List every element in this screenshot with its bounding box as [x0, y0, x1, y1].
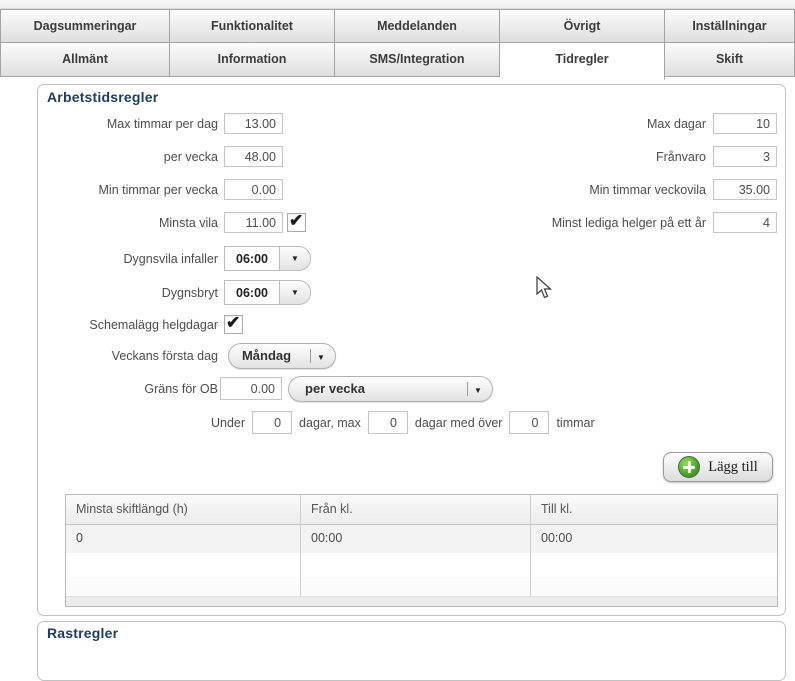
- tab-information[interactable]: Information: [170, 43, 335, 77]
- min-timmar-veckovila-input[interactable]: [713, 179, 777, 200]
- dygnsbryt-input[interactable]: [224, 280, 280, 305]
- franvaro-input[interactable]: [713, 146, 777, 167]
- col-fran-kl: Från kl.: [301, 495, 531, 525]
- chevron-down-icon: ▼: [474, 385, 482, 395]
- min-timmar-per-vecka-label: Min timmar per vecka: [98, 182, 218, 197]
- pill-separator: [310, 348, 311, 363]
- franvaro-label: Frånvaro: [655, 149, 706, 164]
- under-prefix-label: Under: [211, 415, 246, 430]
- schemalagg-helgdagar-checkbox[interactable]: [224, 313, 243, 334]
- row-minsta-vila: Minsta vila: [46, 210, 306, 235]
- tab-tidregler-active[interactable]: Tidregler: [500, 43, 665, 80]
- row-per-vecka: per vecka: [46, 144, 283, 169]
- under-suffix-label: dagar med över: [414, 415, 503, 430]
- ob-period-value: per vecka: [305, 381, 365, 396]
- minsta-vila-input[interactable]: [224, 212, 283, 233]
- veckans-forsta-dag-label: Veckans första dag: [111, 348, 218, 363]
- chevron-down-icon: ▼: [291, 287, 299, 297]
- shift-table-body: 0 00:00 00:00: [66, 525, 777, 596]
- grans-for-ob-label: Gräns för OB: [144, 381, 218, 396]
- grans-for-ob-input[interactable]: [220, 377, 282, 400]
- row-max-timmar-per-dag: Max timmar per dag: [46, 111, 283, 136]
- dygnsvila-infaller-label: Dygnsvila infaller: [123, 251, 218, 266]
- rastregler-section: Rastregler: [37, 621, 786, 681]
- under-middle-label: dagar, max: [299, 415, 361, 430]
- shift-length-table: Minsta skiftlängd (h) Från kl. Till kl. …: [65, 494, 778, 607]
- dygnsvila-infaller-dropdown-button[interactable]: ▼: [279, 246, 311, 271]
- max-dagar-label: Max dagar: [646, 116, 706, 131]
- row-veckans-forsta-dag: Veckans första dag Måndag ▼: [46, 342, 336, 369]
- rastregler-title: Rastregler: [47, 625, 119, 641]
- lagg-till-button[interactable]: Lägg till: [663, 452, 773, 482]
- tab-row-categories: Dagsummeringar Funktionalitet Meddelande…: [0, 9, 795, 43]
- table-row[interactable]: 0 00:00 00:00: [66, 525, 777, 553]
- max-dagar-input[interactable]: [713, 113, 777, 134]
- table-row-empty: [66, 577, 777, 596]
- schemalagg-helgdagar-label: Schemalägg helgdagar: [89, 317, 218, 332]
- under-days-input[interactable]: [252, 411, 293, 434]
- chevron-down-icon: ▼: [317, 352, 325, 362]
- dygnsvila-infaller-input[interactable]: [224, 246, 280, 271]
- col-till-kl: Till kl.: [531, 495, 777, 525]
- tab-installningar[interactable]: Inställningar: [665, 9, 795, 43]
- tab-row-settings: Allmänt Information SMS/Integration Tidr…: [0, 43, 795, 80]
- under-max-days-input[interactable]: [367, 411, 408, 434]
- window-top-strip: [0, 0, 795, 9]
- row-minst-lediga-helger: Minst lediga helger på ett år: [400, 210, 777, 235]
- max-timmar-per-dag-input[interactable]: [224, 113, 283, 134]
- col-minsta-skiftlangd: Minsta skiftlängd (h): [66, 495, 301, 525]
- ob-period-dropdown[interactable]: per vecka ▼: [288, 375, 493, 402]
- tab-sms-integration[interactable]: SMS/Integration: [335, 43, 500, 77]
- per-vecka-input[interactable]: [224, 146, 283, 167]
- under-hours-input[interactable]: [509, 411, 550, 434]
- row-min-timmar-veckovila: Min timmar veckovila: [400, 177, 777, 202]
- minst-lediga-helger-label: Minst lediga helger på ett år: [551, 215, 706, 230]
- veckans-forsta-dag-value: Måndag: [241, 348, 292, 363]
- row-min-timmar-per-vecka: Min timmar per vecka: [46, 177, 283, 202]
- table-row-empty: [66, 553, 777, 577]
- cell-skiftlangd: 0: [66, 525, 301, 553]
- minsta-vila-checkbox[interactable]: [287, 211, 306, 232]
- row-under-rule: Under dagar, max dagar med över timmar: [211, 410, 595, 435]
- minsta-vila-label: Minsta vila: [158, 215, 218, 230]
- arbetstidsregler-title: Arbetstidsregler: [47, 89, 159, 105]
- row-dygnsvila-infaller: Dygnsvila infaller ▼: [46, 246, 311, 271]
- shift-table-header: Minsta skiftlängd (h) Från kl. Till kl.: [66, 495, 777, 525]
- row-dygnsbryt: Dygnsbryt ▼: [46, 280, 311, 305]
- tab-allmant[interactable]: Allmänt: [0, 43, 170, 77]
- add-plus-icon: [678, 456, 701, 478]
- under-end-label: timmar: [556, 415, 595, 430]
- cell-till-kl: 00:00: [531, 525, 777, 553]
- per-vecka-label: per vecka: [163, 149, 218, 164]
- row-grans-for-ob: Gräns för OB per vecka ▼: [46, 375, 493, 402]
- tab-funktionalitet[interactable]: Funktionalitet: [170, 9, 335, 43]
- table-footer-strip: [66, 596, 777, 606]
- dygnsbryt-label: Dygnsbryt: [161, 285, 218, 300]
- veckans-forsta-dag-dropdown[interactable]: Måndag ▼: [228, 342, 336, 369]
- cell-fran-kl: 00:00: [301, 525, 531, 553]
- max-timmar-per-dag-label: Max timmar per dag: [106, 116, 218, 131]
- tab-ovrigt[interactable]: Övrigt: [500, 9, 665, 43]
- tab-skift[interactable]: Skift: [665, 43, 795, 77]
- row-max-dagar: Max dagar: [400, 111, 777, 136]
- pill-separator: [467, 381, 468, 396]
- tab-dagsummeringar[interactable]: Dagsummeringar: [0, 9, 170, 43]
- chevron-down-icon: ▼: [291, 253, 299, 263]
- lagg-till-label: Lägg till: [708, 458, 758, 475]
- row-schemalagg-helgdagar: Schemalägg helgdagar: [46, 312, 243, 337]
- tab-meddelanden[interactable]: Meddelanden: [335, 9, 500, 43]
- dygnsbryt-dropdown-button[interactable]: ▼: [279, 280, 311, 305]
- min-timmar-veckovila-label: Min timmar veckovila: [589, 182, 706, 197]
- minst-lediga-helger-input[interactable]: [713, 212, 777, 233]
- min-timmar-per-vecka-input[interactable]: [224, 179, 283, 200]
- row-franvaro: Frånvaro: [400, 144, 777, 169]
